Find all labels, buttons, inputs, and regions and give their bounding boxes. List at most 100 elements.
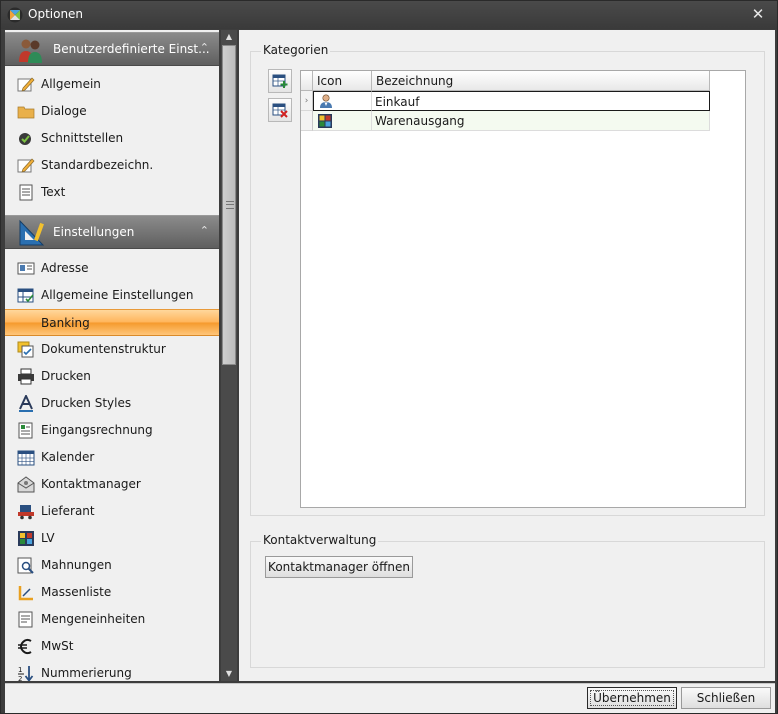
- magnifier-doc-icon: [17, 557, 34, 574]
- delete-row-icon: [272, 103, 288, 118]
- grip-icon: [226, 201, 234, 209]
- svg-text:2: 2: [18, 675, 22, 681]
- font-a-icon: [19, 395, 33, 412]
- nav-item-lieferant[interactable]: Lieferant: [5, 498, 219, 525]
- cell-text: Warenausgang: [375, 114, 465, 128]
- nav-item-label: Adresse: [41, 261, 89, 275]
- table-row[interactable]: Warenausgang: [301, 111, 710, 131]
- calendar-icon: [17, 450, 35, 466]
- nav-item-kalender[interactable]: Kalender: [5, 444, 219, 471]
- table-check-icon: [17, 288, 34, 303]
- bezeichnung-cell[interactable]: Einkauf: [372, 91, 710, 111]
- row-indicator-icon: [301, 111, 313, 131]
- options-content: Kategorien Icon Bezeichnung › Einkauf Wa…: [239, 30, 775, 681]
- kontaktverwaltung-title: Kontaktverwaltung: [261, 533, 379, 547]
- window-title: Optionen: [28, 7, 84, 21]
- nav-item-banking[interactable]: Banking: [5, 309, 219, 336]
- icon-cell[interactable]: [313, 111, 372, 131]
- icon-cell[interactable]: [313, 91, 372, 111]
- nav-item-standardbezeichn[interactable]: Standardbezeichn.: [5, 152, 219, 179]
- delete-category-button[interactable]: [268, 98, 292, 122]
- nav-item-label: Standardbezeichn.: [41, 158, 154, 172]
- euro-icon: [18, 638, 32, 655]
- sort-numbers-icon: 1 2: [18, 666, 34, 681]
- nav-item-label: Eingangsrechnung: [41, 423, 153, 437]
- chevron-up-icon[interactable]: ⌃: [200, 41, 209, 54]
- column-header-label: Icon: [317, 74, 343, 88]
- address-card-icon: [17, 262, 35, 275]
- kontaktverwaltung-group: Kontaktverwaltung Kontaktmanager öffnen: [250, 533, 765, 668]
- bezeichnung-cell[interactable]: Warenausgang: [372, 111, 710, 131]
- dialog-footer: Übernehmen Schließen: [5, 683, 775, 713]
- options-navigation: Benutzerdefinierte Einst... ⌃ Allgemein …: [5, 30, 219, 681]
- table-row[interactable]: › Einkauf: [301, 91, 710, 111]
- cell-text: Einkauf: [375, 95, 420, 109]
- nav-item-label: Banking: [41, 316, 90, 330]
- nav-item-label: Text: [41, 185, 66, 199]
- nav-group-header-benutzerdefinierte[interactable]: Benutzerdefinierte Einst... ⌃: [5, 32, 219, 66]
- nav-item-label: Nummerierung: [41, 666, 132, 680]
- nav-item-label: Lieferant: [41, 504, 95, 518]
- nav-item-allgemein[interactable]: Allgemein: [5, 71, 219, 98]
- nav-item-kontaktmanager[interactable]: Kontaktmanager: [5, 471, 219, 498]
- nav-item-adresse[interactable]: Adresse: [5, 255, 219, 282]
- nav-item-nummerierung[interactable]: 1 2 Nummerierung: [5, 660, 219, 681]
- apply-button[interactable]: Übernehmen: [587, 687, 677, 709]
- ruler-triangle-icon: [19, 219, 45, 246]
- invoice-icon: [18, 422, 33, 439]
- svg-text:1: 1: [18, 666, 22, 674]
- document-stack-icon: [17, 341, 34, 358]
- nav-item-label: Allgemeine Einstellungen: [41, 288, 194, 302]
- list-doc-icon: [18, 611, 33, 628]
- nav-item-mengeneinheiten[interactable]: Mengeneinheiten: [5, 606, 219, 633]
- nav-item-label: Dialoge: [41, 104, 87, 118]
- nav-item-mahnungen[interactable]: Mahnungen: [5, 552, 219, 579]
- nav-item-text[interactable]: Text: [5, 179, 219, 206]
- nav-item-label: Kontaktmanager: [41, 477, 141, 491]
- nav-group-label: Einstellungen: [53, 225, 135, 239]
- document-lines-icon: [19, 184, 33, 201]
- grid-corner: [301, 71, 313, 91]
- row-indicator-icon: ›: [301, 91, 313, 111]
- scroll-down-icon[interactable]: ▼: [221, 667, 237, 681]
- nav-item-label: Drucken: [41, 369, 91, 383]
- kategorien-grid[interactable]: Icon Bezeichnung › Einkauf Warenausgang: [300, 70, 746, 508]
- nav-scrollbar[interactable]: ▲ ▼: [221, 30, 237, 681]
- chevron-up-icon[interactable]: ⌃: [200, 224, 209, 237]
- kategorien-title: Kategorien: [261, 43, 331, 57]
- nav-item-drucken-styles[interactable]: Drucken Styles: [5, 390, 219, 417]
- nav-item-label: Kalender: [41, 450, 95, 464]
- nav-item-label: MwSt: [41, 639, 74, 653]
- users-icon: [19, 39, 42, 63]
- open-contact-manager-button[interactable]: Kontaktmanager öffnen: [265, 556, 413, 578]
- options-window: Optionen ✕ Benutzerdefinierte Einst... ⌃…: [0, 0, 778, 714]
- close-button[interactable]: Schließen: [681, 687, 771, 709]
- color-grid-icon: [18, 531, 34, 546]
- truck-icon: [18, 505, 34, 520]
- nav-item-label: Dokumentenstruktur: [41, 342, 166, 356]
- color-grid-icon: [318, 114, 332, 128]
- column-header-bezeichnung[interactable]: Bezeichnung: [372, 71, 710, 91]
- nav-group-header-einstellungen[interactable]: Einstellungen ⌃: [5, 215, 219, 249]
- nav-item-allgemeine-einstellungen[interactable]: Allgemeine Einstellungen: [5, 282, 219, 309]
- scrollbar-thumb[interactable]: [222, 45, 236, 365]
- pencil-paper-icon: [17, 158, 35, 173]
- nav-item-lv[interactable]: LV: [5, 525, 219, 552]
- nav-item-schnittstellen[interactable]: Schnittstellen: [5, 125, 219, 152]
- close-icon[interactable]: ✕: [749, 5, 767, 23]
- nav-item-mwst[interactable]: MwSt: [5, 633, 219, 660]
- nav-item-dialoge[interactable]: Dialoge: [5, 98, 219, 125]
- nav-group-label: Benutzerdefinierte Einst...: [53, 42, 210, 56]
- column-header-icon[interactable]: Icon: [313, 71, 372, 91]
- nav-item-massenliste[interactable]: Massenliste: [5, 579, 219, 606]
- column-header-label: Bezeichnung: [376, 74, 454, 88]
- add-category-button[interactable]: [268, 69, 292, 93]
- scroll-up-icon[interactable]: ▲: [221, 30, 237, 44]
- nav-item-label: Mahnungen: [41, 558, 112, 572]
- nav-item-eingangsrechnung[interactable]: Eingangsrechnung: [5, 417, 219, 444]
- envelope-open-icon: [17, 476, 35, 493]
- add-row-icon: [272, 74, 288, 88]
- nav-item-drucken[interactable]: Drucken: [5, 363, 219, 390]
- nav-item-dokumentenstruktur[interactable]: Dokumentenstruktur: [5, 336, 219, 363]
- measure-icon: [18, 586, 33, 601]
